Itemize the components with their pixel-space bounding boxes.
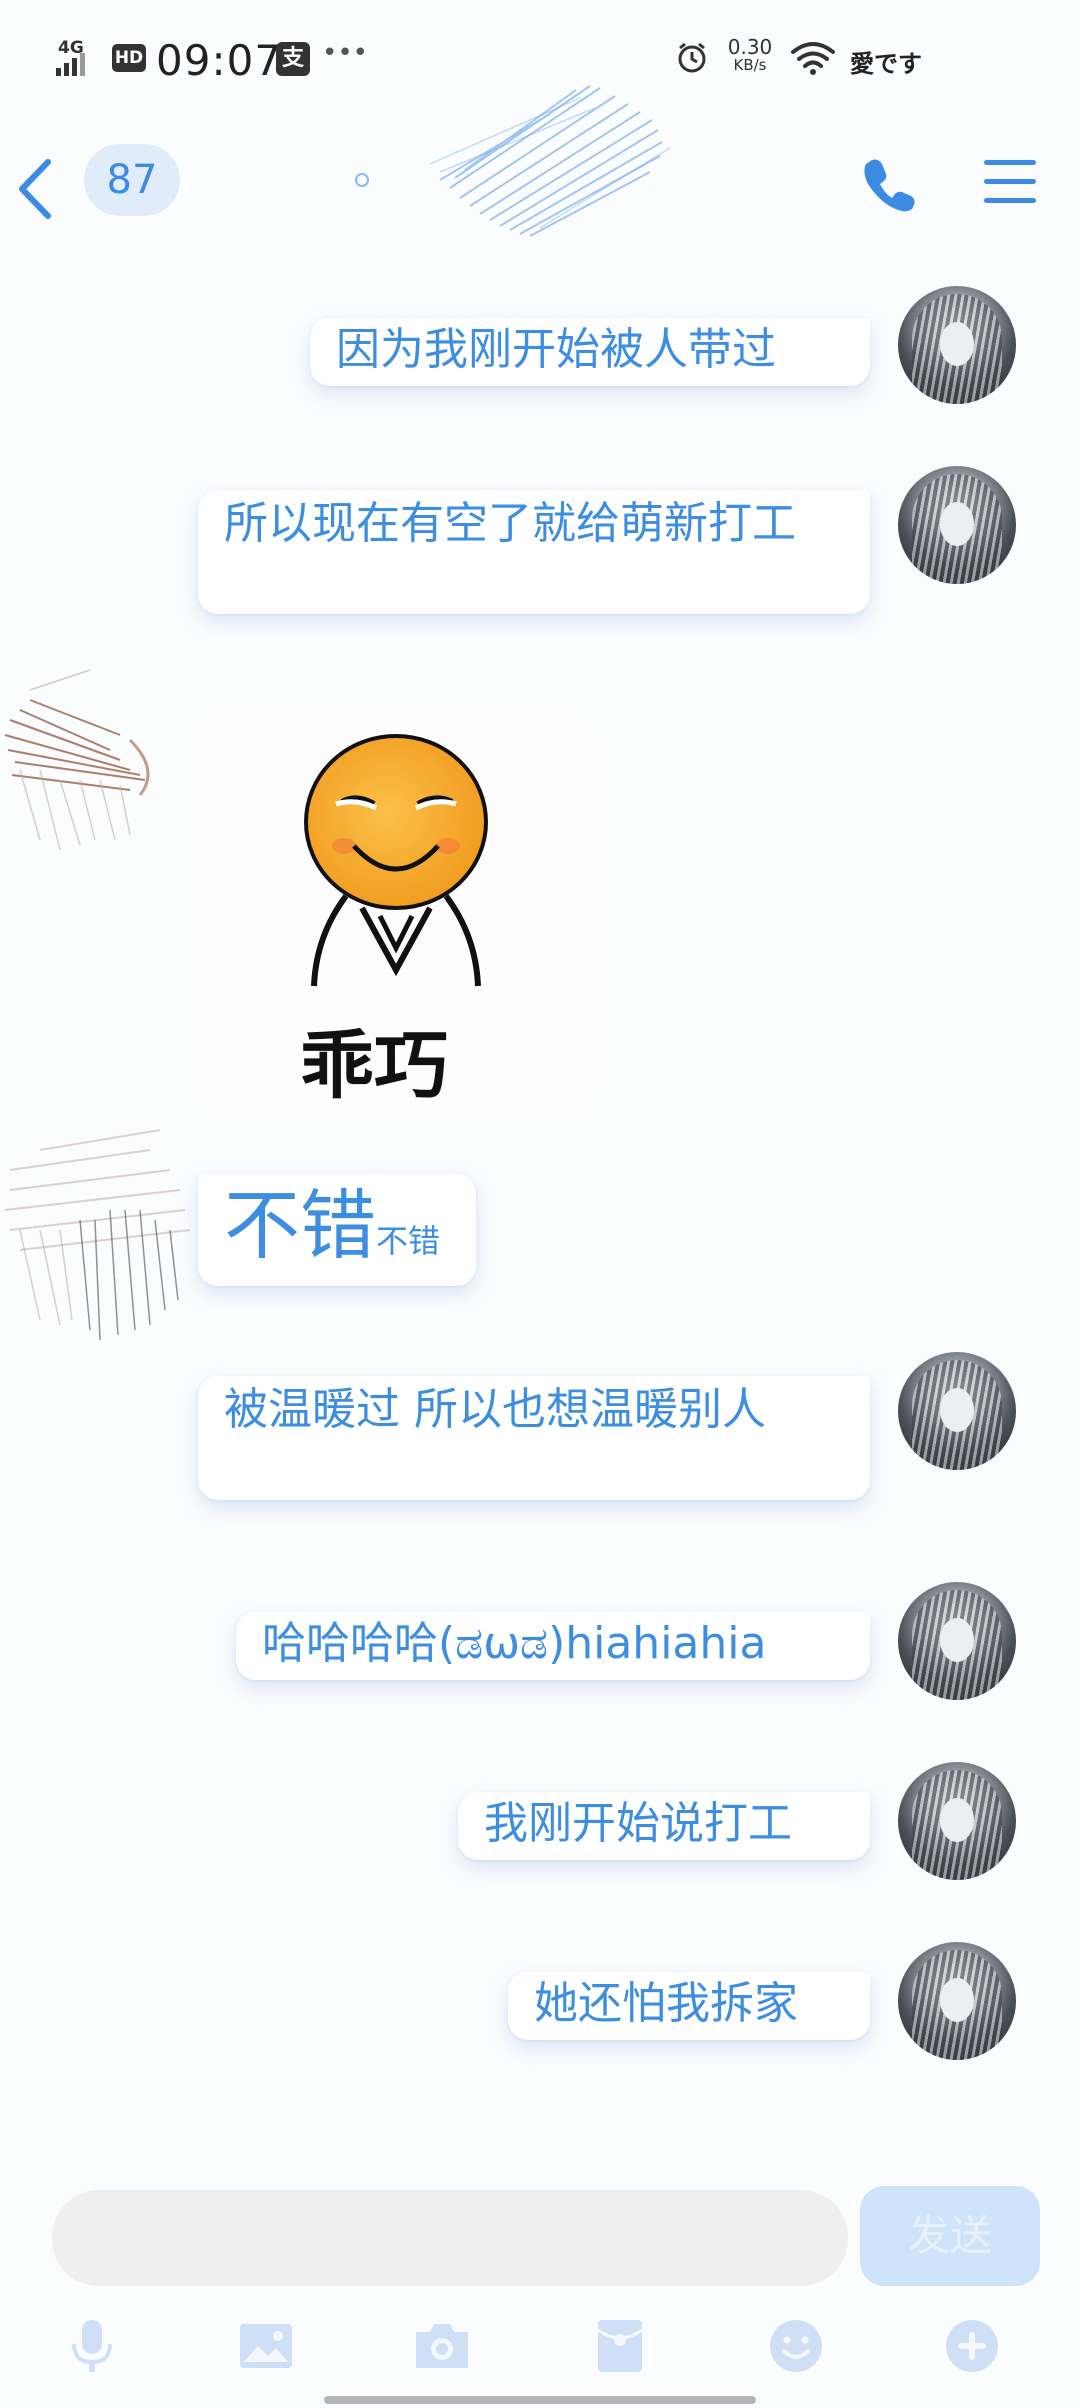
more-notifications-icon: ••• xyxy=(322,38,369,68)
message-text: 因为我刚开始被人带过 xyxy=(336,324,776,375)
message-text-small: 不错 xyxy=(376,1222,441,1260)
avatar-scribble xyxy=(4,1129,191,1341)
avatar[interactable] xyxy=(898,286,1016,404)
emoji-icon[interactable] xyxy=(766,2316,826,2376)
avatar[interactable] xyxy=(898,1582,1016,1700)
sticker-message[interactable]: 乖巧 xyxy=(196,716,596,1116)
sticker-caption: 乖巧 xyxy=(300,1023,448,1109)
carrier-name: 愛です xyxy=(850,50,922,78)
wifi-icon xyxy=(791,42,835,75)
message-text: 她还怕我拆家 xyxy=(534,1978,798,2029)
message-bubble[interactable]: 所以现在有空了就给萌新打工 xyxy=(198,490,870,614)
message-bubble[interactable]: 哈哈哈哈(ಡωಡ)hiahiahia xyxy=(236,1612,870,1680)
message-bubble[interactable]: 她还怕我拆家 xyxy=(508,1972,870,2040)
message-text: 所以现在有空了就给萌新打工 xyxy=(224,498,796,549)
message-bubble[interactable]: 因为我刚开始被人带过 xyxy=(310,318,870,386)
avatar-scribble xyxy=(4,669,150,851)
message-text: 被温暖过 所以也想温暖别人 xyxy=(224,1384,766,1435)
red-packet-icon[interactable] xyxy=(590,2316,650,2376)
message-bubble[interactable]: 不错不错 xyxy=(198,1174,476,1286)
message-text: 我刚开始说打工 xyxy=(484,1798,792,1849)
message-bubble[interactable]: 我刚开始说打工 xyxy=(458,1792,870,1860)
camera-icon[interactable] xyxy=(412,2316,472,2376)
plus-icon[interactable] xyxy=(942,2316,1002,2376)
message-bubble[interactable]: 被温暖过 所以也想温暖别人 xyxy=(198,1376,870,1500)
alipay-icon: 支 xyxy=(276,42,310,76)
send-button[interactable]: 发送 xyxy=(860,2186,1040,2286)
image-icon[interactable] xyxy=(236,2316,296,2376)
message-text-large: 不错 xyxy=(224,1181,376,1270)
network-speed: 0.30 KB/s xyxy=(720,35,780,74)
home-indicator[interactable] xyxy=(324,2396,756,2404)
avatar[interactable] xyxy=(898,1352,1016,1470)
avatar[interactable] xyxy=(898,1762,1016,1880)
network-speed-value: 0.30 xyxy=(727,35,773,59)
unread-count-badge[interactable]: 87 xyxy=(84,144,180,216)
microphone-icon[interactable] xyxy=(62,2316,122,2376)
contact-name-scribble xyxy=(355,85,671,237)
avatar[interactable] xyxy=(898,1942,1016,2060)
cellular-signal-icon: 4G xyxy=(56,38,96,76)
status-time: 09:07 xyxy=(156,36,283,85)
message-text: 哈哈哈哈(ಡωಡ)hiahiahia xyxy=(262,1618,767,1669)
avatar[interactable] xyxy=(898,466,1016,584)
menu-icon[interactable] xyxy=(982,156,1038,208)
back-arrow-icon[interactable] xyxy=(12,154,58,224)
hd-icon: HD xyxy=(112,44,146,72)
phone-call-icon[interactable] xyxy=(858,154,918,214)
message-input[interactable] xyxy=(52,2190,848,2286)
chat-header: 87 xyxy=(0,85,1080,260)
